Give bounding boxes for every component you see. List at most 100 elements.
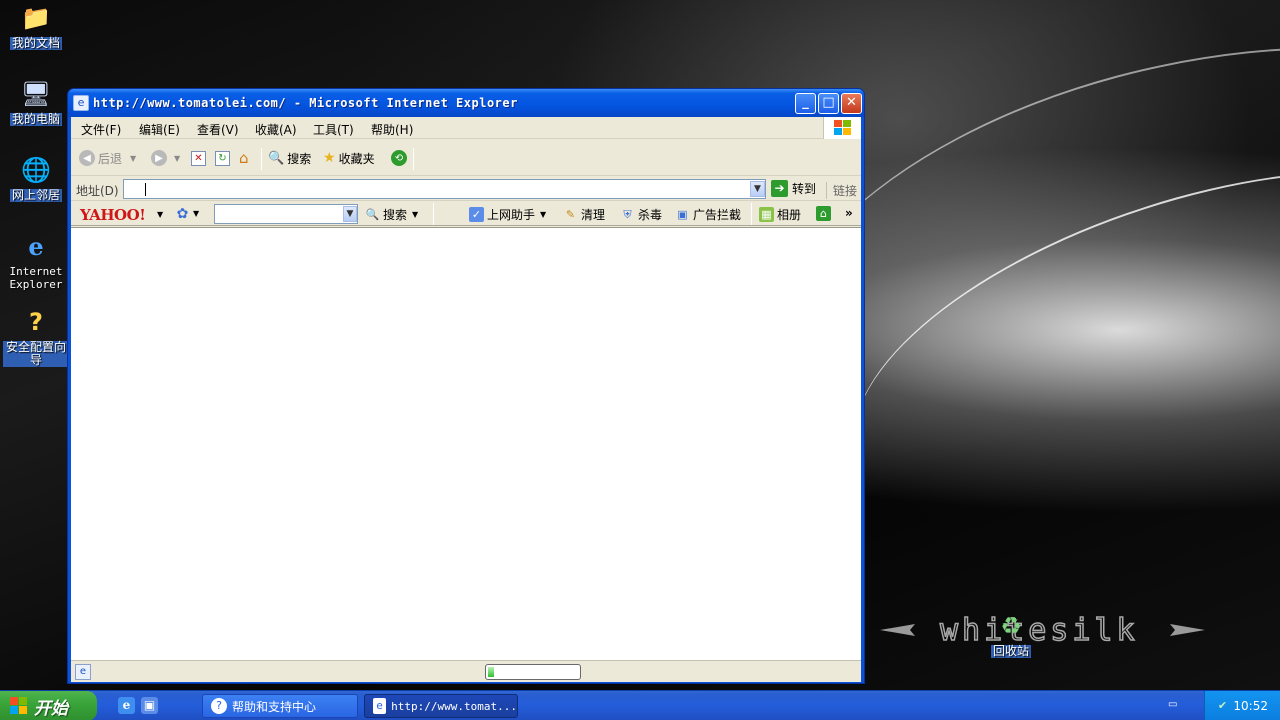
window-block-icon: ▣ [677, 208, 688, 221]
desktop-icon-network[interactable]: 🌐 网上邻居 [3, 154, 69, 202]
task-ie-window[interactable]: e http://www.tomat... [364, 694, 518, 718]
home-button[interactable]: ⌂ [239, 148, 249, 168]
yahoo-logo[interactable]: YAHOO! [80, 206, 146, 224]
folder-icon: 📁 [21, 3, 51, 32]
history-button[interactable]: ⟲ [391, 148, 410, 168]
home-icon: ⌂ [239, 149, 249, 167]
yahoo-toolbar: YAHOO! ▼ ✿ ▼ ▼ 🔍 搜索 ▼ ✓ 上网助手 ▼ ✎ 清理 ⛨ 杀毒… [71, 202, 861, 226]
more-button[interactable]: » [845, 206, 853, 220]
desktop-icon-label: 网上邻居 [9, 188, 62, 202]
chevron-down-icon: ▼ [412, 210, 419, 219]
menu-edit[interactable]: 编辑(E) [139, 121, 180, 138]
refresh-button[interactable]: ↻ [215, 148, 233, 168]
close-button[interactable]: ✕ [841, 93, 862, 114]
desktop-icon-label: 回收站 [990, 644, 1031, 658]
computer-icon: 🖥 [20, 79, 52, 108]
links-button[interactable]: 链接 [825, 182, 857, 199]
network-tray-icon[interactable]: ▭ [1168, 699, 1184, 713]
helper-button[interactable]: ✓ 上网助手 ▼ [469, 206, 546, 223]
security-tray-icon[interactable]: ✔ [1215, 698, 1230, 713]
maximize-button[interactable]: □ [818, 93, 839, 114]
status-bar: e [71, 660, 861, 682]
favorites-label: 收藏夹 [338, 151, 375, 166]
go-button[interactable]: ➔ 转到 [771, 180, 816, 197]
recycle-bin-icon: ♻ [1000, 611, 1022, 640]
start-button[interactable]: 开始 [0, 691, 97, 720]
home-icon: ⌂ [816, 206, 831, 221]
yahoo-search-input[interactable] [214, 204, 358, 224]
chevron-down-icon: ▼ [130, 153, 137, 163]
toolbar-separator [751, 203, 752, 225]
task-label: 帮助和支持中心 [232, 699, 317, 714]
progress-bar [485, 664, 581, 680]
search-button[interactable]: 🔍 搜索 [268, 148, 311, 168]
start-label: 开始 [34, 698, 68, 719]
search-label: 搜索 [287, 151, 312, 166]
page-icon: e [75, 664, 91, 680]
address-dropdown-button[interactable]: ▼ [750, 181, 765, 197]
star-icon: ★ [323, 150, 336, 166]
refresh-icon: ↻ [215, 150, 230, 166]
album-button[interactable]: ▦ 相册 [759, 206, 801, 223]
title-bar[interactable]: e http://www.tomatolei.com/ - Microsoft … [68, 89, 864, 117]
menu-view[interactable]: 查看(V) [197, 121, 239, 138]
windows-flag-icon [834, 120, 852, 136]
favorites-button[interactable]: ★ 收藏夹 [323, 148, 375, 168]
menu-tools[interactable]: 工具(T) [313, 121, 354, 138]
chevron-down-icon[interactable]: ▼ [157, 210, 163, 219]
desktop-icon-label: 我的文档 [9, 36, 62, 50]
page-content[interactable] [71, 227, 861, 660]
toolbar-separator [261, 148, 262, 170]
green-app-button[interactable]: ⌂ [816, 206, 834, 221]
minimize-button[interactable]: _ [795, 93, 816, 114]
chevron-down-icon: ▼ [193, 209, 200, 218]
antivirus-button[interactable]: ⛨ 杀毒 [620, 206, 662, 223]
menu-favorites[interactable]: 收藏(A) [255, 121, 297, 138]
desktop-icon-label: 安全配置向导 [3, 341, 69, 367]
standard-toolbar: ◀ 后退 ▼ ▶ ▼ ✕ ↻ ⌂ 🔍 搜索 ★ 收藏夹 ⟲ [71, 140, 861, 176]
yahoo-search-dropdown[interactable]: ▼ [343, 206, 357, 222]
stop-button[interactable]: ✕ [191, 148, 209, 168]
clean-button[interactable]: ✎ 清理 [563, 206, 605, 223]
quicklaunch-desktop-icon[interactable]: ▣ [141, 697, 158, 714]
menu-file[interactable]: 文件(F) [81, 121, 121, 138]
yahoo-search-label: 搜索 [383, 208, 408, 222]
desktop-icon-security-wizard[interactable]: ? 安全配置向导 [3, 306, 69, 367]
progress-fill [488, 667, 494, 677]
broom-icon: ✎ [565, 208, 576, 221]
address-label: 地址(D) [76, 184, 119, 198]
menu-bar: 文件(F) 编辑(E) 查看(V) 收藏(A) 工具(T) 帮助(H) [71, 117, 861, 139]
task-help-center[interactable]: ? 帮助和支持中心 [202, 694, 358, 718]
history-icon: ⟲ [391, 150, 407, 166]
back-arrow-icon: ◀ [79, 150, 95, 166]
yahoo-flower-button[interactable]: ✿ ▼ [175, 205, 200, 222]
back-button[interactable]: ◀ 后退 ▼ [79, 148, 136, 168]
ie-page-icon: e [373, 698, 387, 714]
ie-icon: e [28, 231, 44, 261]
checkbox-icon: ✓ [469, 207, 484, 222]
desktop-icon-my-documents[interactable]: 📁 我的文档 [3, 2, 69, 50]
toolbar-separator [413, 148, 414, 170]
address-input[interactable] [123, 179, 766, 199]
menu-help[interactable]: 帮助(H) [371, 121, 413, 138]
desktop-icon-my-computer[interactable]: 🖥 我的电脑 [3, 78, 69, 126]
helper-label: 上网助手 [487, 208, 536, 222]
desktop-icon-recycle-bin[interactable]: ♻ 回收站 [978, 610, 1044, 658]
quicklaunch-ie-icon[interactable]: e [118, 697, 135, 714]
photo-album-icon: ▦ [759, 207, 774, 222]
help-icon: ? [211, 698, 227, 714]
adblock-button[interactable]: ▣ 广告拦截 [675, 206, 741, 223]
flower-icon: ✿ [176, 205, 189, 222]
address-bar: 地址(D) ▼ ➔ 转到 链接 [71, 177, 861, 201]
window-title: http://www.tomatolei.com/ - Microsoft In… [93, 96, 518, 110]
ie-page-icon: e [73, 95, 89, 111]
taskbar: 开始 e ▣ ? 帮助和支持中心 e http://www.tomat... ▭… [0, 690, 1280, 720]
yahoo-search-button[interactable]: 🔍 搜索 ▼ [365, 206, 419, 223]
window-client: 文件(F) 编辑(E) 查看(V) 收藏(A) 工具(T) 帮助(H) ◀ 后退… [71, 117, 861, 682]
search-icon: 🔍 [268, 150, 285, 166]
clock[interactable]: 10:52 [1233, 699, 1268, 713]
antivirus-label: 杀毒 [638, 208, 663, 222]
desktop-icon-ie[interactable]: e Internet Explorer [3, 230, 69, 291]
clean-label: 清理 [581, 208, 606, 222]
forward-button[interactable]: ▶ ▼ [151, 148, 180, 168]
